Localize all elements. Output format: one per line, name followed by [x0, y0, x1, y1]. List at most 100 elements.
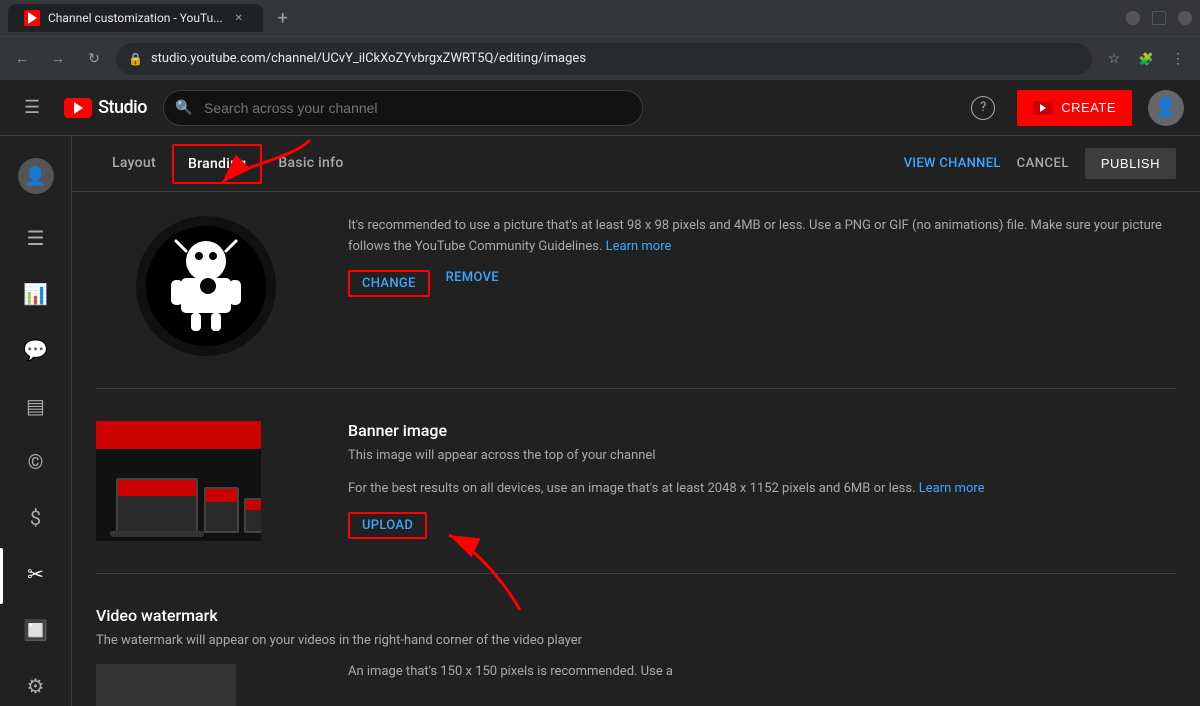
watermark-placeholder-box — [96, 664, 236, 706]
subtitles-icon: ▤ — [26, 394, 45, 418]
picture-info: It's recommended to use a picture that's… — [348, 216, 1176, 356]
sidebar: 👤 ☰ 📊 💬 ▤ © $ ✂ — [0, 136, 72, 706]
analytics-icon: 📊 — [23, 282, 48, 306]
help-button[interactable]: ? — [965, 90, 1001, 126]
banner-subtitle: This image will appear across the top of… — [348, 448, 1176, 463]
tab-branding[interactable]: Branding — [172, 144, 262, 184]
address-bar[interactable]: 🔒 studio.youtube.com/channel/UCvY_ilCkXo… — [116, 43, 1092, 75]
browser-toolbar: ← → ↻ 🔒 studio.youtube.com/channel/UCvY_… — [0, 36, 1200, 80]
create-label: CREATE — [1061, 100, 1116, 115]
tabs-bar: Layout Branding Basic info VIEW CHANNEL … — [72, 136, 1200, 192]
close-button[interactable] — [1178, 11, 1192, 25]
banner-title: Banner image — [348, 421, 1176, 440]
logo-play-icon — [74, 102, 83, 114]
sidebar-item-analytics[interactable]: 📊 — [0, 268, 71, 324]
star-button[interactable]: ☆ — [1100, 45, 1128, 73]
create-button[interactable]: CREATE — [1017, 90, 1132, 126]
tab-close-button[interactable]: ✕ — [231, 10, 247, 26]
sidebar-item-channel[interactable]: 👤 — [0, 144, 71, 212]
tab-layout-label: Layout — [112, 155, 156, 171]
search-wrapper: 🔍 — [163, 90, 643, 126]
laptop-preview — [116, 478, 198, 533]
phone-screen-banner — [246, 500, 261, 510]
tab-basic-info-label: Basic info — [278, 155, 343, 171]
back-button[interactable]: ← — [8, 45, 36, 73]
banner-devices-preview — [96, 421, 261, 541]
upload-banner-button[interactable]: UPLOAD — [348, 512, 427, 539]
watermark-section: Video watermark The watermark will appea… — [96, 606, 1176, 706]
picture-section: It's recommended to use a picture that's… — [96, 216, 1176, 389]
view-channel-button[interactable]: VIEW CHANNEL — [904, 156, 1001, 171]
channel-avatar: 👤 — [18, 158, 54, 194]
banner-top-bar — [96, 421, 261, 449]
user-avatar[interactable]: 👤 — [1148, 90, 1184, 126]
create-video-icon — [1033, 101, 1053, 115]
banner-section: Banner image This image will appear acro… — [96, 421, 1176, 574]
search-bar[interactable]: 🔍 — [163, 90, 643, 126]
main-content: Layout Branding Basic info VIEW CHANNEL … — [72, 136, 1200, 706]
youtube-favicon — [24, 10, 40, 26]
watermark-row: An image that's 150 x 150 pixels is reco… — [96, 664, 1176, 706]
lock-icon: 🔒 — [128, 52, 143, 66]
app-header: ☰ Studio 🔍 ? CREATE — [0, 80, 1200, 136]
customization-icon: ✂ — [27, 562, 44, 586]
earn-icon: $ — [30, 506, 41, 530]
browser-tab[interactable]: Channel customization - YouTu... ✕ — [8, 4, 263, 32]
sidebar-item-subtitles[interactable]: ▤ — [0, 380, 71, 436]
sidebar-item-audio[interactable]: 🔲 — [0, 604, 71, 660]
audio-icon: 🔲 — [23, 618, 48, 642]
tab-basic-info[interactable]: Basic info — [262, 136, 359, 192]
copyright-icon: © — [28, 450, 44, 474]
picture-actions: CHANGE REMOVE — [348, 270, 1176, 297]
search-icon: 🔍 — [175, 100, 192, 116]
sidebar-item-copyright[interactable]: © — [0, 436, 71, 492]
favicon-play — [28, 12, 37, 24]
help-icon: ? — [971, 96, 995, 120]
laptop-base — [110, 531, 204, 537]
create-play-icon — [1040, 104, 1046, 112]
youtube-studio-logo[interactable]: Studio — [64, 97, 147, 118]
avatar-initial: 👤 — [1155, 97, 1177, 118]
search-input[interactable] — [163, 90, 643, 126]
browser-menu-button[interactable]: ⋮ — [1164, 45, 1192, 73]
watermark-title: Video watermark — [96, 606, 1176, 625]
tab-layout[interactable]: Layout — [96, 136, 172, 192]
sidebar-item-comments[interactable]: 💬 — [0, 324, 71, 380]
studio-text: Studio — [98, 97, 147, 118]
picture-preview — [96, 216, 316, 356]
watermark-subtitle: The watermark will appear on your videos… — [96, 633, 1176, 648]
banner-info: Banner image This image will appear acro… — [348, 421, 1176, 541]
remove-picture-button[interactable]: REMOVE — [446, 270, 499, 297]
sidebar-item-settings[interactable]: ⚙ — [0, 660, 71, 706]
change-picture-button[interactable]: CHANGE — [348, 270, 430, 297]
sidebar-item-content[interactable]: ☰ — [0, 212, 71, 268]
cancel-button[interactable]: CANCEL — [1017, 156, 1069, 171]
laptop-screen-banner — [118, 480, 196, 496]
refresh-button[interactable]: ↻ — [80, 45, 108, 73]
settings-icon: ⚙ — [27, 674, 45, 698]
channel-icon-svg — [146, 226, 266, 346]
yt-logo-icon — [64, 98, 92, 118]
channel-picture — [136, 216, 276, 356]
tablet-preview — [204, 487, 239, 533]
content-icon: ☰ — [27, 226, 45, 250]
minimize-button[interactable] — [1126, 11, 1140, 25]
url-text: studio.youtube.com/channel/UCvY_ilCkXoZY… — [151, 51, 586, 66]
maximize-button[interactable] — [1152, 11, 1166, 25]
extensions-button[interactable]: 🧩 — [1132, 45, 1160, 73]
tab-title: Channel customization - YouTu... — [48, 11, 223, 25]
publish-button[interactable]: PUBLISH — [1085, 148, 1176, 179]
browser-titlebar: Channel customization - YouTu... ✕ + — [0, 0, 1200, 36]
content-area: 👤 ☰ 📊 💬 ▤ © $ ✂ — [0, 136, 1200, 706]
forward-button[interactable]: → — [44, 45, 72, 73]
sidebar-item-earn[interactable]: $ — [0, 492, 71, 548]
tab-actions: VIEW CHANNEL CANCEL PUBLISH — [904, 148, 1176, 179]
picture-learn-more[interactable]: Learn more — [606, 239, 672, 254]
sidebar-item-customization[interactable]: ✂ — [0, 548, 71, 604]
banner-learn-more[interactable]: Learn more — [919, 481, 985, 496]
new-tab-button[interactable]: + — [271, 6, 295, 30]
hamburger-menu[interactable]: ☰ — [16, 89, 48, 126]
watermark-info: An image that's 150 x 150 pixels is reco… — [348, 664, 1176, 706]
picture-description: It's recommended to use a picture that's… — [348, 216, 1176, 258]
branding-content: It's recommended to use a picture that's… — [72, 192, 1200, 706]
